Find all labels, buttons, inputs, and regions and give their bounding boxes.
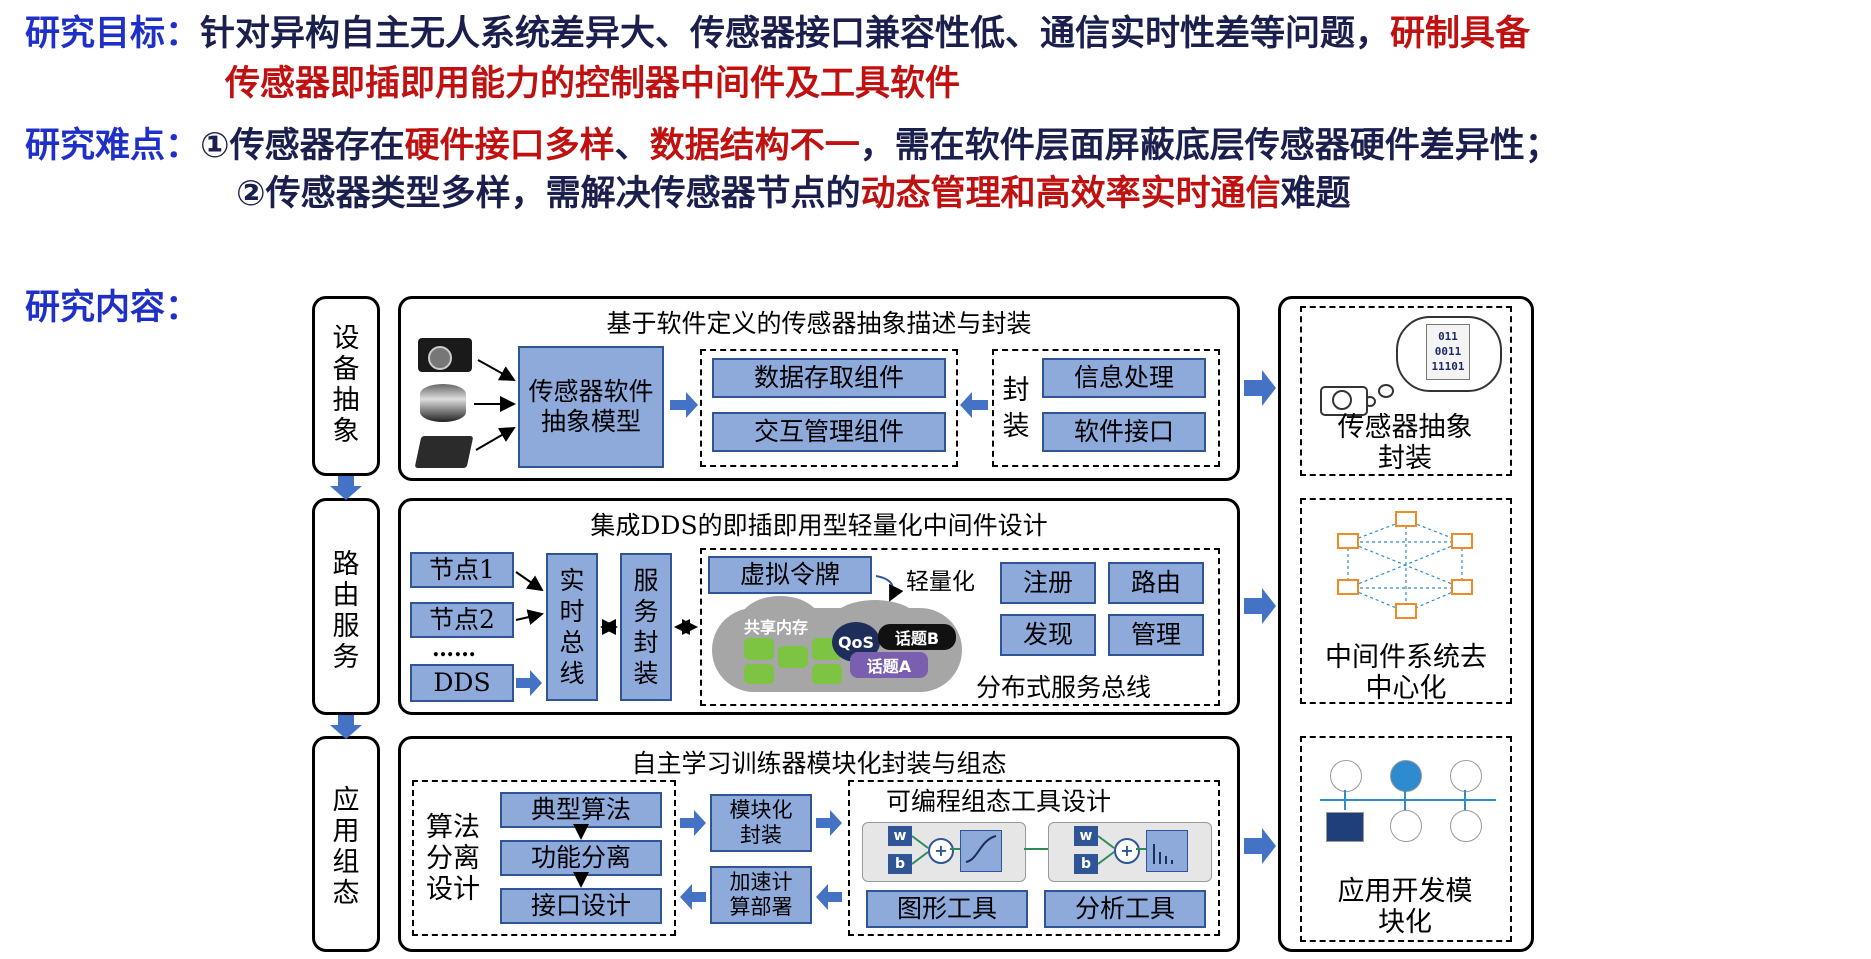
nn-2-w-wire <box>1097 835 1115 849</box>
nn-1-b-wire <box>911 851 929 865</box>
modular-to-tool-arrow <box>816 810 842 836</box>
stage-1-to-2-arrow <box>330 476 362 500</box>
modular-app-tree <box>1320 790 1496 810</box>
pack-to-components-arrow <box>960 392 988 418</box>
node-2-arrow <box>515 609 544 625</box>
dds-arrow <box>516 670 542 696</box>
panel-3-to-right-arrow <box>1244 828 1276 864</box>
algo-to-modular-arrow <box>680 810 706 836</box>
node-1-arrow <box>515 571 544 592</box>
nn-1-activation-curve <box>965 835 997 863</box>
accel-to-algo-arrow <box>680 884 706 910</box>
sensor-arrow-1 <box>477 359 516 381</box>
tool-to-accel-arrow <box>816 884 842 910</box>
panel-2-to-right-arrow <box>1244 588 1276 624</box>
nn-1-w-wire <box>911 835 929 849</box>
connector-layer <box>330 359 1496 910</box>
nn-2-b-wire <box>1097 851 1115 865</box>
sensor-arrow-3 <box>475 426 516 451</box>
token-to-cloud-arrow <box>875 575 904 602</box>
decentralized-network-links <box>1347 519 1463 613</box>
panel-1-to-right-arrow <box>1244 370 1276 406</box>
stage-2-to-3-arrow <box>330 715 362 739</box>
model-to-components-arrow <box>670 392 698 418</box>
